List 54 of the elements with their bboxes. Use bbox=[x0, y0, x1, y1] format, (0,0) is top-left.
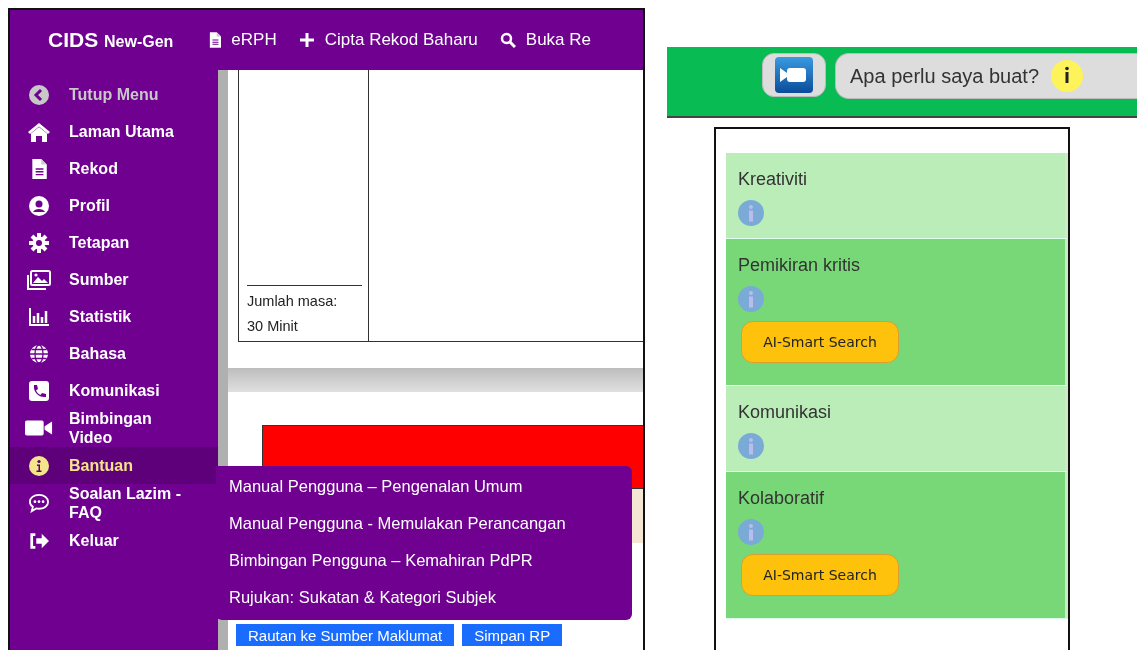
app-logo: CIDS New-Gen bbox=[48, 28, 174, 52]
video-button[interactable] bbox=[762, 53, 826, 97]
user-icon bbox=[29, 195, 49, 216]
chat-bubble-icon bbox=[29, 493, 49, 513]
images-icon bbox=[25, 269, 53, 290]
sidebar-item[interactable]: Bahasa bbox=[10, 335, 218, 372]
sidebar-item[interactable]: Soalan Lazim - FAQ bbox=[10, 484, 218, 522]
info-icon[interactable] bbox=[738, 519, 764, 545]
back-icon bbox=[29, 84, 49, 105]
info-icon[interactable] bbox=[738, 200, 764, 226]
logout-icon bbox=[29, 530, 49, 551]
phone-icon bbox=[29, 380, 49, 401]
nav-link[interactable]: Buka Re bbox=[499, 30, 591, 50]
document-icon bbox=[29, 158, 49, 179]
submenu-item[interactable]: Bimbingan Pengguna – Kemahiran PdPR bbox=[216, 542, 632, 579]
skill-label: Kolaboratif bbox=[738, 488, 826, 509]
submenu-item[interactable]: Manual Pengguna - Memulakan Perancangan bbox=[216, 505, 632, 542]
help-question-button[interactable]: Apa perlu saya buat? bbox=[835, 53, 1137, 99]
skill-label: Kreativiti bbox=[738, 169, 809, 190]
skill-label: Pemikiran kritis bbox=[738, 255, 862, 276]
nav-link[interactable]: eRPH bbox=[209, 30, 277, 50]
bar-chart-icon bbox=[29, 306, 49, 327]
submenu-item[interactable]: Rujukan: Sukatan & Kategori Subjek bbox=[216, 579, 632, 616]
ai-search-button[interactable]: AI-Smart Search bbox=[741, 321, 899, 363]
info-icon[interactable] bbox=[738, 286, 764, 312]
video-camera-icon bbox=[775, 57, 813, 93]
sidebar-item[interactable]: Keluar bbox=[10, 522, 218, 559]
document-icon bbox=[209, 32, 222, 48]
info-icon bbox=[29, 455, 49, 476]
search-icon bbox=[499, 32, 516, 48]
submenu-item[interactable]: Manual Pengguna – Pengenalan Umum bbox=[216, 468, 632, 505]
sidebar-item[interactable]: Tetapan bbox=[10, 224, 218, 261]
collapse-menu-item[interactable]: Tutup Menu bbox=[10, 76, 218, 113]
sidebar-item[interactable]: Bantuan bbox=[10, 447, 218, 484]
sidebar-item[interactable]: Rekod bbox=[10, 150, 218, 187]
time-label: Jumlah masa: bbox=[247, 292, 339, 311]
info-icon[interactable] bbox=[738, 433, 764, 459]
sidebar-item[interactable]: Komunikasi bbox=[10, 372, 218, 409]
nav-link[interactable]: Cipta Rekod Baharu bbox=[298, 30, 478, 50]
sidebar-item[interactable]: Laman Utama bbox=[10, 113, 218, 150]
sidebar-item[interactable]: Sumber bbox=[10, 261, 218, 298]
sidebar-item[interactable]: Profil bbox=[10, 187, 218, 224]
sidebar-item[interactable]: Bimbingan Video bbox=[10, 409, 218, 447]
info-icon bbox=[1051, 60, 1084, 92]
skill-label: Komunikasi bbox=[738, 402, 833, 423]
plus-icon bbox=[298, 32, 315, 48]
sidebar-item[interactable]: Statistik bbox=[10, 298, 218, 335]
action-button[interactable]: Rautan ke Sumber Maklumat bbox=[236, 624, 455, 646]
action-button[interactable]: Simpan RP bbox=[462, 624, 563, 646]
ai-search-button[interactable]: AI-Smart Search bbox=[741, 554, 899, 596]
video-camera-icon bbox=[25, 418, 53, 438]
time-value: 30 Minit bbox=[247, 317, 299, 336]
globe-icon bbox=[29, 343, 49, 364]
settings-icon bbox=[29, 232, 49, 253]
